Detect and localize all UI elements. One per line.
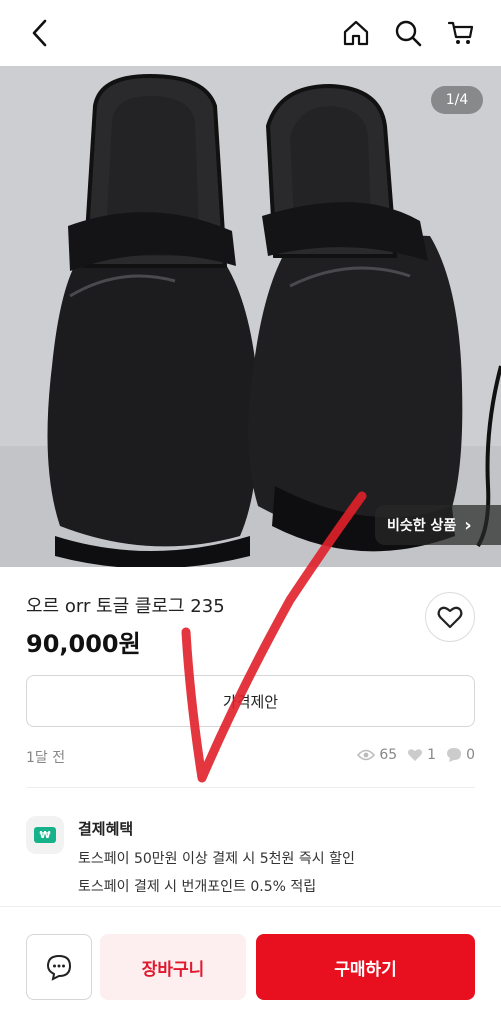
image-counter: 1/4 [431, 86, 483, 114]
heart-small-icon [408, 749, 423, 761]
bottom-action-bar: 장바구니 구매하기 [0, 906, 501, 1024]
chevron-right-icon: › [464, 514, 472, 536]
eye-icon [357, 749, 376, 761]
add-to-cart-button[interactable]: 장바구니 [100, 934, 246, 1000]
back-icon[interactable] [22, 14, 58, 52]
views-stat: 65 [357, 747, 397, 763]
likes-stat: 1 [407, 747, 436, 763]
chat-icon [46, 954, 72, 981]
posted-time: 1달 전 [26, 750, 66, 766]
benefit-line: 토스페이 결제 시 번개포인트 0.5% 적립 [78, 879, 317, 895]
product-price: 90,000원 [26, 630, 141, 658]
likes-count: 1 [427, 747, 437, 763]
chat-bubble-icon [447, 748, 462, 762]
similar-products-button[interactable]: 비슷한 상품 › [375, 505, 501, 545]
benefit-line: 토스페이 50만원 이상 결제 시 5천원 즉시 할인 [78, 851, 355, 867]
chat-button[interactable] [26, 934, 92, 1000]
search-icon[interactable] [390, 14, 426, 52]
product-title: 오르 orr 토글 클로그 235 [26, 596, 225, 617]
product-photo[interactable]: 1/4 비슷한 상품 › [0, 66, 501, 567]
views-count: 65 [379, 747, 398, 763]
won-icon: ₩ [34, 827, 56, 843]
buy-now-button[interactable]: 구매하기 [256, 934, 475, 1000]
chats-count: 0 [466, 747, 475, 763]
payment-benefit-icon: ₩ [26, 816, 64, 854]
cart-icon[interactable] [443, 14, 479, 52]
price-offer-label: 가격제안 [222, 692, 279, 711]
similar-products-label: 비슷한 상품 [387, 518, 457, 534]
home-icon[interactable] [338, 14, 374, 52]
heart-icon [437, 606, 463, 629]
benefit-title: 결제혜택 [78, 820, 134, 838]
section-divider [26, 787, 475, 788]
clog-illustration [0, 66, 501, 567]
price-offer-button[interactable]: 가격제안 [26, 675, 475, 727]
chats-stat: 0 [446, 747, 475, 763]
top-bar [0, 0, 501, 66]
item-stats: 65 1 0 [357, 747, 475, 763]
like-button[interactable] [425, 592, 475, 642]
